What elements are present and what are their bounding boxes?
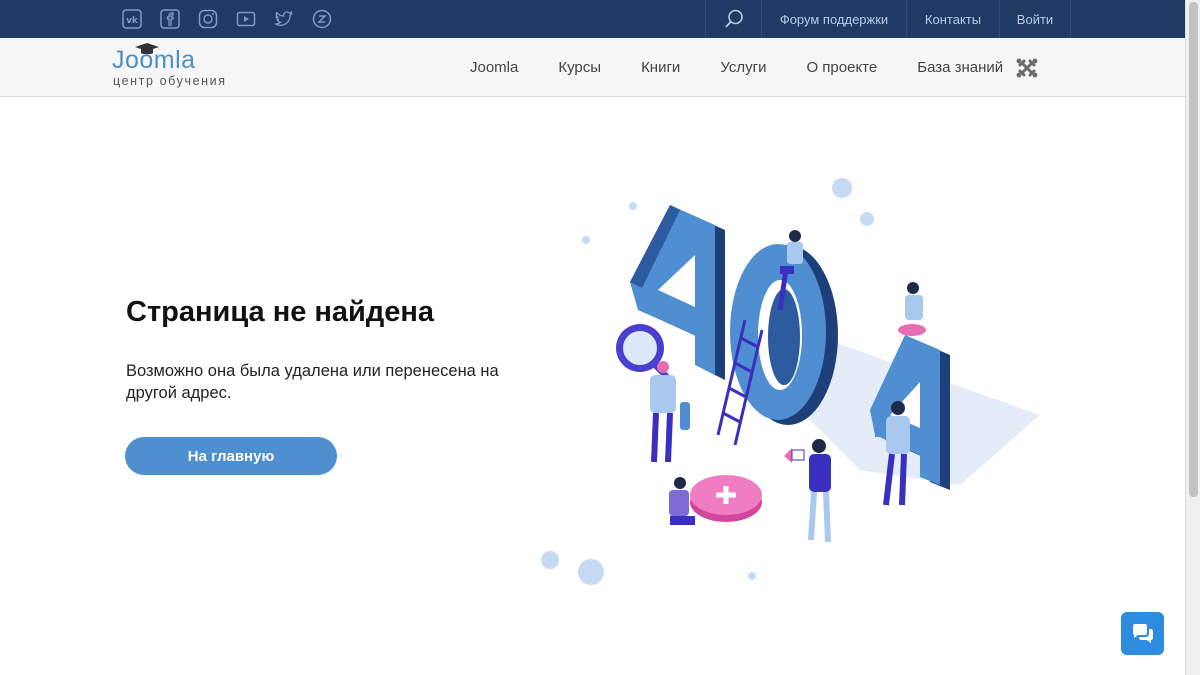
nav-item-books[interactable]: Книги xyxy=(621,59,700,76)
nav-item-about[interactable]: О проекте xyxy=(786,59,897,76)
nav-item-knowledge-base[interactable]: База знаний xyxy=(897,59,1011,76)
vk-icon[interactable]: vk xyxy=(120,8,144,30)
decor-bubble xyxy=(860,212,874,226)
joomla-icon[interactable] xyxy=(1015,56,1039,80)
site-logo[interactable]: Joomla центр обучения xyxy=(112,43,242,90)
top-links: Форум поддержки Контакты Войти xyxy=(705,0,1071,38)
nav-item-services[interactable]: Услуги xyxy=(700,59,786,76)
scrollbar-thumb[interactable] xyxy=(1189,2,1198,497)
top-bar: vk Форум поддержки Контакты Войти xyxy=(0,0,1185,38)
chat-button[interactable] xyxy=(1121,612,1164,655)
support-forum-link[interactable]: Форум поддержки xyxy=(761,0,906,38)
youtube-icon[interactable] xyxy=(234,8,258,30)
nav-item-courses[interactable]: Курсы xyxy=(538,59,621,76)
home-button[interactable]: На главную xyxy=(125,437,337,475)
person-megaphone xyxy=(784,439,831,543)
plus-badge xyxy=(690,475,762,522)
logo-subtitle: центр обучения xyxy=(113,74,227,88)
facebook-icon[interactable] xyxy=(158,8,182,30)
decor-bubble xyxy=(629,202,637,210)
person-with-phone xyxy=(898,282,926,336)
svg-text:vk: vk xyxy=(126,16,139,26)
404-illustration: 404 xyxy=(541,178,1040,585)
search-button[interactable] xyxy=(705,0,761,38)
main-menu: Joomla Курсы Книги Услуги О проекте База… xyxy=(450,38,1039,97)
decor-bubble xyxy=(748,572,756,580)
page: vk Форум поддержки Контакты Войти Joomla… xyxy=(0,0,1200,675)
chat-icon xyxy=(1132,623,1153,643)
decor-bubble xyxy=(578,559,604,585)
search-icon xyxy=(724,9,743,28)
main-navbar: Joomla центр обучения Joomla Курсы Книги… xyxy=(0,38,1185,97)
contacts-link[interactable]: Контакты xyxy=(906,0,999,38)
scrollbar[interactable] xyxy=(1185,0,1200,675)
zen-icon[interactable] xyxy=(310,8,334,30)
login-link[interactable]: Войти xyxy=(999,0,1071,38)
social-links: vk xyxy=(120,8,334,30)
twitter-icon[interactable] xyxy=(272,8,296,30)
decor-bubble xyxy=(832,178,852,198)
nav-item-joomla[interactable]: Joomla xyxy=(450,59,538,76)
logo-word: Joomla xyxy=(112,46,196,74)
person-searching xyxy=(650,361,690,463)
instagram-icon[interactable] xyxy=(196,8,220,30)
error-description: Возможно она была удалена или перенесена… xyxy=(126,362,499,402)
decor-bubble xyxy=(582,236,590,244)
decor-bubble xyxy=(541,551,559,569)
page-title: Страница не найдена xyxy=(126,296,435,328)
